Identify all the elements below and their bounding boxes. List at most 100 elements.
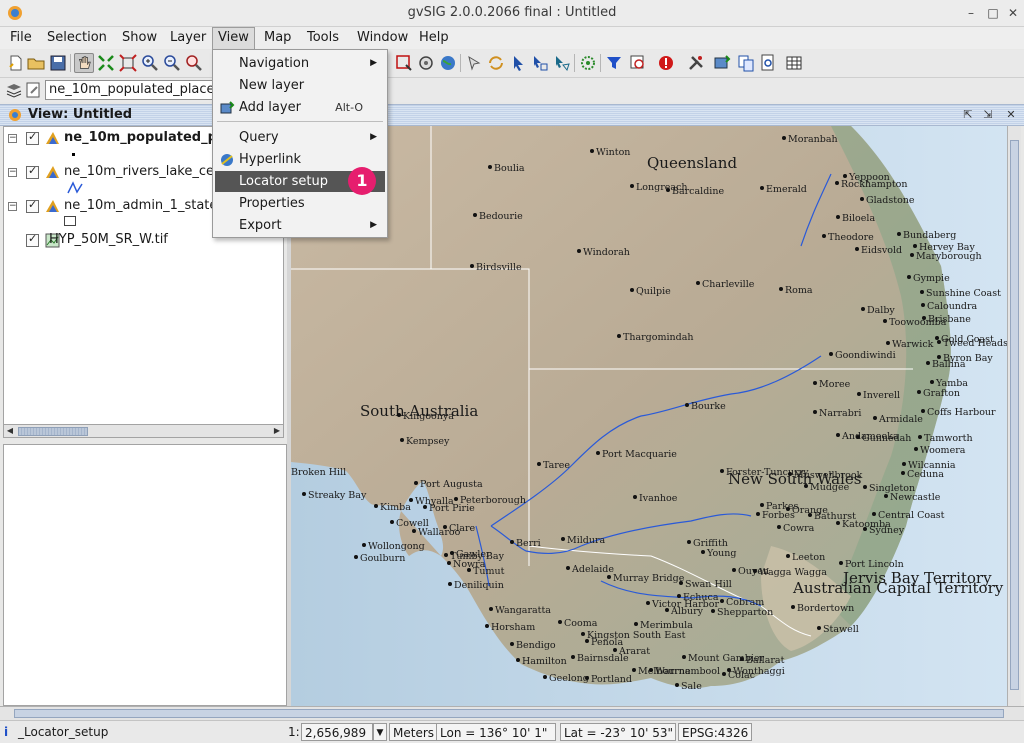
- layer-visibility-checkbox[interactable]: [26, 198, 39, 213]
- select-rect-icon[interactable]: [530, 53, 550, 73]
- place-point: [447, 561, 451, 565]
- zoom-all-icon[interactable]: [96, 53, 116, 73]
- shrink-icon[interactable]: ⇲: [980, 107, 996, 123]
- title-bar: gvSIG 2.0.0.2066 final : Untitled – □ ✕: [0, 0, 1024, 27]
- restore-icon[interactable]: ⇱: [960, 107, 976, 123]
- map-horizontal-scrollbar[interactable]: [0, 706, 1024, 720]
- zoom-extent-icon[interactable]: [118, 53, 138, 73]
- warning-icon[interactable]: [656, 53, 676, 73]
- scale-input[interactable]: 2,656,989: [301, 723, 373, 741]
- place-point: [883, 319, 887, 323]
- place-point: [760, 186, 764, 190]
- layer-add-icon[interactable]: [712, 53, 732, 73]
- print-preview-icon[interactable]: [758, 53, 778, 73]
- place-point: [444, 553, 448, 557]
- maximize-icon[interactable]: □: [984, 4, 1002, 22]
- map-canvas[interactable]: Queensland South Australia New South Wales…: [291, 126, 1007, 706]
- place-point: [397, 413, 401, 417]
- menu-show[interactable]: Show: [117, 27, 162, 49]
- globe-icon[interactable]: [438, 53, 458, 73]
- place-label: Theodore: [828, 232, 874, 243]
- menu-item-navigation[interactable]: Navigation ▶: [215, 53, 385, 74]
- place-label: Goulburn: [360, 553, 405, 564]
- add-layer-icon: [220, 101, 235, 114]
- tools-icon[interactable]: [686, 53, 706, 73]
- menu-item-add-layer[interactable]: Add layer Alt-O: [215, 97, 385, 118]
- place-point: [722, 672, 726, 676]
- menu-item-export[interactable]: Export ▶: [215, 215, 385, 236]
- layer-visibility-checkbox[interactable]: [26, 130, 39, 145]
- menu-item-new-layer[interactable]: New layer: [215, 75, 385, 96]
- toc-horizontal-scrollbar[interactable]: ◀ ▶: [3, 424, 284, 438]
- zoom-in-icon[interactable]: [140, 53, 160, 73]
- menu-selection[interactable]: Selection: [42, 27, 112, 49]
- open-folder-icon[interactable]: [26, 53, 46, 73]
- place-point: [558, 620, 562, 624]
- place-label: Grafton: [923, 388, 960, 399]
- menu-file[interactable]: File: [5, 27, 37, 49]
- layer-visibility-checkbox[interactable]: [26, 232, 39, 247]
- place-label: Port Lincoln: [845, 559, 904, 570]
- layer-visibility-checkbox[interactable]: [26, 164, 39, 179]
- select-polygon-icon[interactable]: [552, 53, 572, 73]
- map-vertical-scrollbar[interactable]: [1007, 126, 1021, 706]
- map-svg[interactable]: QueenslandSouth AustraliaNew South Wales…: [291, 126, 1007, 706]
- place-label: Gympie: [913, 273, 950, 284]
- place-label: Biloela: [842, 213, 875, 224]
- place-label: Sunshine Coast: [926, 288, 1001, 299]
- place-label: Kempsey: [406, 436, 450, 447]
- view-close-icon[interactable]: ✕: [1003, 107, 1019, 123]
- settings-gear-icon[interactable]: [578, 53, 598, 73]
- menu-view[interactable]: View: [212, 27, 255, 49]
- place-label: Tamworth: [924, 433, 973, 444]
- info-select-icon[interactable]: [394, 53, 414, 73]
- place-point: [817, 626, 821, 630]
- collapse-toggle[interactable]: −: [8, 168, 17, 177]
- new-document-icon[interactable]: [6, 53, 26, 73]
- menu-item-properties[interactable]: Properties: [215, 193, 385, 214]
- place-point: [561, 537, 565, 541]
- edit-layer-icon[interactable]: [25, 81, 43, 99]
- zoom-out-icon[interactable]: [162, 53, 182, 73]
- menu-window[interactable]: Window: [352, 27, 413, 49]
- submenu-arrow-icon: ▶: [370, 220, 377, 230]
- minimize-icon[interactable]: –: [962, 4, 980, 22]
- table-icon[interactable]: [784, 53, 804, 73]
- scroll-thumb[interactable]: [14, 709, 1004, 718]
- place-point: [863, 485, 867, 489]
- active-layer-select[interactable]: ne_10m_populated_places: [45, 80, 217, 100]
- select-point-icon[interactable]: [464, 53, 484, 73]
- place-label: Shepparton: [717, 607, 773, 618]
- undo-redo-icon[interactable]: [486, 53, 506, 73]
- scale-dropdown-icon[interactable]: ▼: [373, 723, 387, 741]
- save-icon[interactable]: [48, 53, 68, 73]
- menu-tools[interactable]: Tools: [302, 27, 344, 49]
- menu-help[interactable]: Help: [414, 27, 454, 49]
- menu-layer[interactable]: Layer: [165, 27, 211, 49]
- place-label: Port Augusta: [420, 479, 483, 490]
- place-label: Wagga Wagga: [759, 567, 827, 578]
- menu-map[interactable]: Map: [259, 27, 296, 49]
- measure-gear-icon[interactable]: [416, 53, 436, 73]
- scroll-thumb[interactable]: [18, 427, 88, 436]
- place-label: Merimbula: [640, 620, 693, 631]
- scroll-thumb[interactable]: [1010, 140, 1019, 690]
- units-select[interactable]: Meters: [389, 723, 439, 741]
- zoom-select-icon[interactable]: [184, 53, 204, 73]
- place-point: [922, 316, 926, 320]
- place-point: [861, 307, 865, 311]
- collapse-toggle[interactable]: −: [8, 134, 17, 143]
- place-label: Wonthaggi: [733, 666, 785, 677]
- select-arrow-icon[interactable]: [508, 53, 528, 73]
- scroll-right-icon[interactable]: ▶: [271, 425, 283, 437]
- pan-hand-icon[interactable]: [74, 53, 94, 73]
- collapse-toggle[interactable]: −: [8, 202, 17, 211]
- filter-icon[interactable]: [604, 53, 624, 73]
- scroll-left-icon[interactable]: ◀: [4, 425, 16, 437]
- menu-item-query[interactable]: Query ▶: [215, 127, 385, 148]
- step-badge: 1: [348, 167, 376, 195]
- close-icon[interactable]: ✕: [1004, 4, 1022, 22]
- place-point: [516, 658, 520, 662]
- copy-icon[interactable]: [736, 53, 756, 73]
- query-icon[interactable]: [628, 53, 648, 73]
